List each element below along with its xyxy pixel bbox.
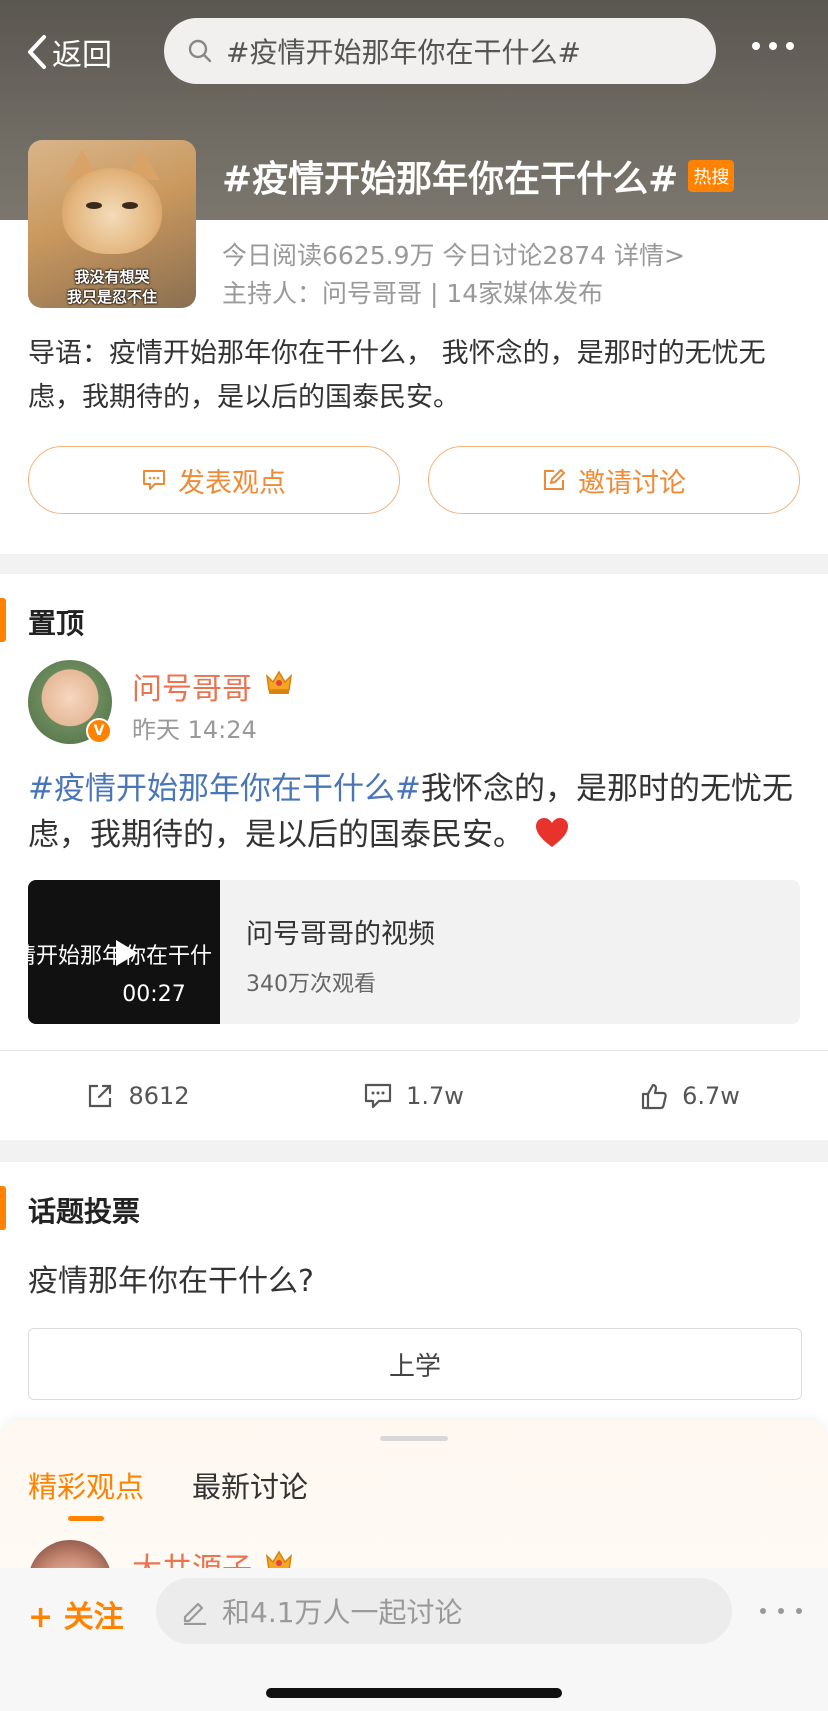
search-icon <box>188 39 212 63</box>
search-input[interactable]: #疫情开始那年你在干什么# <box>164 18 716 84</box>
post-opinion-button[interactable]: 发表观点 <box>28 446 400 514</box>
search-text: #疫情开始那年你在干什么# <box>226 36 581 69</box>
topic-title-row: #疫情开始那年你在干什么# 热搜 <box>222 150 735 202</box>
tab-indicator <box>68 1516 104 1521</box>
vote-option-button[interactable]: 上学 <box>28 1328 802 1400</box>
crown-icon <box>265 670 293 694</box>
section-accent-bar <box>0 1186 6 1230</box>
invite-discussion-label: 邀请讨论 <box>578 467 686 499</box>
cover-caption-line2: 我只是忍不住 <box>66 288 157 306</box>
hot-search-badge: 热搜 <box>688 160 735 192</box>
thumbs-up-icon <box>641 1083 667 1110</box>
share-icon <box>89 1084 112 1108</box>
chevron-left-icon <box>28 35 46 69</box>
comment-button[interactable]: 1.7w <box>276 1060 552 1132</box>
topic-cover-image: 我没有想哭 我只是忍不住 <box>28 140 196 308</box>
post-content: #疫情开始那年你在干什么#我怀念的，是那时的无忧无虑，我期待的，是以后的国泰民安… <box>28 766 802 858</box>
tab-featured[interactable]: 精彩观点 <box>28 1464 144 1506</box>
repost-button[interactable]: 8612 <box>0 1060 276 1132</box>
topic-host[interactable]: 主持人：问号哥哥 | 14家媒体发布 <box>222 274 603 310</box>
pencil-icon <box>183 1602 206 1625</box>
topic-link[interactable]: #疫情开始那年你在干什么# <box>28 771 421 807</box>
heart-emoji-icon <box>535 818 568 847</box>
topic-title: #疫情开始那年你在干什么# <box>222 159 679 200</box>
vote-section-title: 话题投票 <box>28 1195 141 1228</box>
pinned-section-title: 置顶 <box>28 607 85 640</box>
post-opinion-label: 发表观点 <box>178 467 286 499</box>
post-username[interactable]: 问号哥哥 <box>132 664 252 708</box>
play-icon[interactable] <box>114 938 140 968</box>
cover-caption-line1: 我没有想哭 <box>74 268 150 286</box>
back-button[interactable]: 返回 <box>26 30 112 74</box>
section-divider <box>0 554 828 574</box>
divider <box>0 1050 828 1051</box>
topic-intro: 导语：疫情开始那年你在干什么， 我怀念的，是那时的无忧无虑，我期待的，是以后的国… <box>28 338 766 413</box>
comment-placeholder: 和4.1万人一起讨论 <box>222 1596 463 1629</box>
tab-latest[interactable]: 最新讨论 <box>192 1464 308 1506</box>
video-thumbnail[interactable]: 情开始那年你在干什 00:27 <box>28 880 220 1024</box>
more-options-icon[interactable] <box>752 42 794 50</box>
edit-icon <box>544 469 565 490</box>
drag-handle[interactable] <box>380 1436 448 1441</box>
post-timestamp: 昨天 14:24 <box>132 716 257 744</box>
video-card[interactable]: 情开始那年你在干什 00:27 问号哥哥的视频 340万次观看 <box>28 880 800 1024</box>
comment-icon <box>143 470 165 490</box>
video-title: 问号哥哥的视频 <box>246 919 435 950</box>
back-label: 返回 <box>52 38 112 73</box>
section-accent-bar <box>0 598 6 642</box>
comment-input[interactable]: 和4.1万人一起讨论 <box>156 1578 732 1644</box>
follow-button[interactable]: + 关注 <box>28 1592 124 1636</box>
home-indicator[interactable] <box>266 1688 562 1698</box>
section-divider <box>0 1140 828 1162</box>
invite-discussion-button[interactable]: 邀请讨论 <box>428 446 800 514</box>
top-nav-bar: 返回 #疫情开始那年你在干什么# <box>0 18 828 84</box>
video-duration: 00:27 <box>122 982 186 1007</box>
more-options-icon[interactable] <box>760 1608 802 1614</box>
repost-count: 8612 <box>128 1082 190 1110</box>
video-views: 340万次观看 <box>246 972 376 997</box>
post-action-bar: 8612 1.7w 6.7w <box>0 1060 828 1132</box>
topic-stats[interactable]: 今日阅读6625.9万 今日讨论2874 详情> <box>222 236 685 272</box>
bottom-bar: + 关注 和4.1万人一起讨论 <box>0 1568 828 1711</box>
verified-badge: V <box>86 718 112 744</box>
comment-count: 1.7w <box>406 1082 464 1110</box>
vote-question: 疫情那年你在干什么? <box>28 1264 314 1299</box>
like-button[interactable]: 6.7w <box>552 1060 828 1132</box>
comment-icon <box>364 1083 392 1109</box>
like-count: 6.7w <box>682 1082 740 1110</box>
